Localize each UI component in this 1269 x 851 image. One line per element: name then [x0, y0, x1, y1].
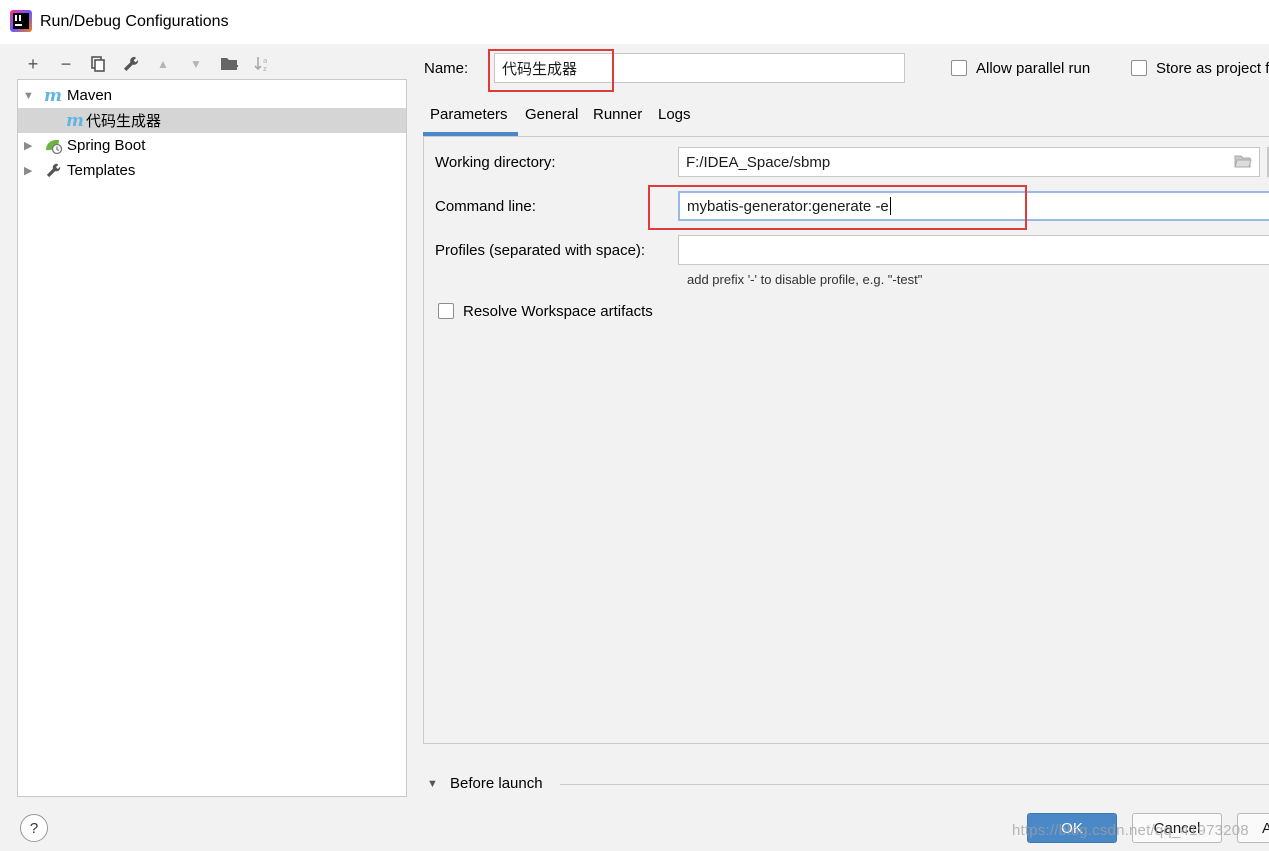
tree-item-maven[interactable]: ▼ m Maven — [18, 83, 406, 108]
sort-az-icon[interactable]: az — [250, 52, 274, 76]
window-title: Run/Debug Configurations — [40, 13, 229, 30]
tree-item-label: 代码生成器 — [86, 113, 162, 130]
tree-item-label: Maven — [67, 87, 113, 104]
tree-item-maven-config[interactable]: m 代码生成器 — [18, 108, 406, 133]
wrench-icon — [45, 162, 62, 183]
watermark: https://blog.csdn.net/qq_41973208 — [1012, 822, 1249, 839]
profiles-label: Profiles (separated with space): — [435, 242, 646, 259]
name-label: Name: — [424, 60, 469, 77]
spring-boot-icon — [44, 138, 63, 158]
allow-parallel-label: Allow parallel run — [976, 60, 1091, 77]
help-button[interactable]: ? — [20, 814, 48, 842]
tree-item-label: Spring Boot — [67, 137, 146, 154]
resolve-workspace-label: Resolve Workspace artifacts — [463, 303, 653, 320]
command-line-label: Command line: — [435, 198, 536, 215]
tab-general[interactable]: General — [525, 106, 578, 123]
move-down-icon[interactable]: ▼ — [184, 52, 208, 76]
command-line-value: mybatis-generator:generate -e — [687, 197, 889, 215]
folder-add-icon[interactable] — [217, 52, 241, 76]
chevron-right-icon[interactable]: ▶ — [24, 139, 32, 152]
wrench-icon[interactable] — [119, 52, 143, 76]
add-icon[interactable]: + — [21, 52, 45, 76]
svg-text:z: z — [263, 65, 267, 73]
allow-parallel-checkbox[interactable] — [951, 60, 967, 76]
text-cursor — [889, 197, 891, 215]
working-directory-label: Working directory: — [435, 154, 556, 171]
working-directory-input[interactable]: F:/IDEA_Space/sbmp — [678, 147, 1260, 177]
remove-icon[interactable]: − — [54, 52, 78, 76]
svg-text:a: a — [263, 57, 267, 65]
chevron-down-icon[interactable]: ▼ — [23, 90, 34, 102]
store-project-checkbox[interactable] — [1131, 60, 1147, 76]
maven-icon: m — [66, 110, 84, 131]
copy-icon[interactable] — [86, 52, 110, 76]
name-input[interactable]: 代码生成器 — [494, 53, 905, 83]
parameters-panel — [423, 136, 1269, 744]
profiles-hint: add prefix '-' to disable profile, e.g. … — [687, 272, 923, 287]
tree-item-spring-boot[interactable]: ▶ Spring Boot — [18, 133, 406, 158]
resolve-workspace-checkbox[interactable] — [438, 303, 454, 319]
tree-item-label: Templates — [67, 162, 136, 179]
tree-item-templates[interactable]: ▶ Templates — [18, 158, 406, 183]
divider — [560, 784, 1269, 785]
before-launch-label[interactable]: Before launch — [450, 775, 543, 792]
tab-runner[interactable]: Runner — [593, 106, 642, 123]
configuration-tree[interactable]: ▼ m Maven m 代码生成器 ▶ Spring Boot ▶ Templa… — [17, 79, 407, 797]
maven-icon: m — [44, 85, 62, 106]
chevron-down-icon[interactable]: ▼ — [427, 778, 438, 790]
move-up-icon[interactable]: ▲ — [151, 52, 175, 76]
store-project-label: Store as project file — [1156, 60, 1269, 77]
folder-browse-icon[interactable] — [1234, 154, 1252, 173]
command-line-input[interactable]: mybatis-generator:generate -e — [678, 191, 1269, 221]
tab-logs[interactable]: Logs — [658, 106, 691, 123]
intellij-idea-icon — [10, 10, 32, 32]
chevron-right-icon[interactable]: ▶ — [24, 164, 32, 177]
tab-parameters[interactable]: Parameters — [430, 106, 508, 123]
profiles-input[interactable] — [678, 235, 1269, 265]
